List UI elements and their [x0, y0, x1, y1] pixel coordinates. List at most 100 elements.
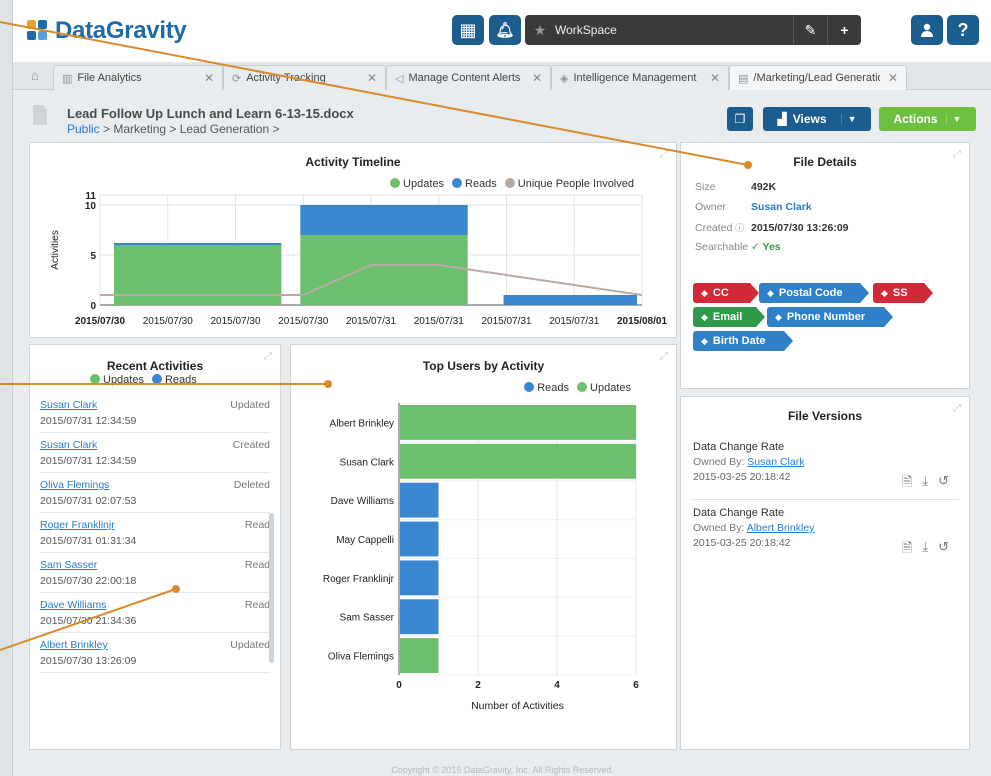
version-actions: 🗎︎ ⤓ ↺ [902, 473, 949, 495]
x-tick-label: 0 [396, 680, 402, 691]
app-frame: DataGravity ▦ 🔔︎ ★ WorkSpace ✎ + ? ⌂ ▥ F… [12, 0, 991, 776]
user-icon [921, 23, 933, 37]
logo[interactable]: DataGravity [27, 14, 187, 48]
apps-grid-button[interactable]: ▦ [452, 15, 484, 45]
activity-user-link[interactable]: Susan Clark [40, 439, 97, 451]
x-axis-label: Number of Activities [471, 700, 564, 712]
activity-icon: ⟳ [232, 72, 242, 85]
tag-birth-date[interactable]: ◆ Birth Date [693, 331, 793, 351]
activity-scrollbar[interactable] [269, 513, 274, 663]
timeline-reads-bar [503, 295, 638, 305]
version-actions: 🗎︎ ⤓ ↺ [902, 539, 949, 561]
tag-icon: ◈ [560, 72, 569, 85]
notifications-button[interactable]: 🔔︎ [489, 15, 521, 45]
activity-user-link[interactable]: Sam Sasser [40, 559, 97, 571]
download-icon[interactable]: ⤓ [922, 539, 928, 561]
caret-down-icon[interactable]: ▼ [840, 114, 856, 124]
reads-bar [400, 521, 439, 557]
user-button[interactable] [911, 15, 943, 45]
tab-lead-generation[interactable]: ▤ /Marketing/Lead Generation ✕ [729, 65, 907, 90]
y-tick-label: 5 [90, 251, 96, 262]
size-row: Size 492K [695, 181, 777, 193]
restore-icon[interactable]: ↺ [938, 473, 949, 495]
actions-label: Actions [893, 112, 938, 126]
tag-phone-number[interactable]: ◆ Phone Number [767, 307, 893, 327]
tag-icon: ◆ [701, 335, 708, 346]
tab-file-analytics[interactable]: ▥ File Analytics ✕ [53, 65, 223, 90]
list-item: Susan Clark 2015/07/31 12:34:59 Created [40, 435, 270, 473]
actions-button[interactable]: Actions ▼ [879, 107, 976, 131]
close-icon[interactable]: ✕ [204, 71, 214, 85]
file-versions-title: File Versions [787, 409, 863, 423]
tag-ss[interactable]: ◆ SS [873, 283, 933, 303]
owner-link[interactable]: Susan Clark [751, 201, 812, 213]
activity-time: 2015/07/31 01:31:34 [40, 535, 137, 547]
searchable-row: Searchable ✓ Yes [695, 241, 781, 253]
workspace-bar[interactable]: ★ WorkSpace ✎ + [525, 15, 861, 45]
grid-icon: ▦ [459, 19, 477, 40]
x-tick-label: 2 [475, 680, 481, 691]
tag-cc[interactable]: ◆ CC [693, 283, 759, 303]
list-item: Oliva Flemings 2015/07/31 02:07:53 Deleted [40, 475, 270, 513]
reads-bar [400, 560, 439, 596]
tag-postal-code[interactable]: ◆ Postal Code [759, 283, 869, 303]
activity-user-link[interactable]: Oliva Flemings [40, 479, 109, 491]
close-icon[interactable]: ✕ [888, 71, 898, 85]
activity-time: 2015/07/30 22:00:18 [40, 575, 137, 587]
download-icon[interactable]: ⤓ [922, 473, 928, 495]
version-title: Data Change Rate [693, 441, 785, 453]
category-label: Albert Brinkley [330, 418, 394, 429]
file-title: Lead Follow Up Lunch and Learn 6-13-15.d… [67, 106, 354, 121]
breadcrumb-public-link[interactable]: Public [67, 122, 100, 136]
footer: Copyright © 2015 DataGravity, Inc. All R… [391, 765, 614, 775]
close-icon[interactable]: ✕ [532, 71, 542, 85]
close-icon[interactable]: ✕ [367, 71, 377, 85]
activity-user-link[interactable]: Roger Franklinjr [40, 519, 115, 531]
tag-icon: ◆ [767, 287, 774, 298]
expand-icon[interactable]: ⤢ [264, 351, 272, 362]
category-label: Roger Franklinjr [323, 574, 395, 585]
activity-action: Read [244, 559, 270, 571]
close-icon[interactable]: ✕ [710, 71, 720, 85]
view-icon[interactable]: 🗎︎ [902, 473, 912, 495]
top-bar: DataGravity ▦ 🔔︎ ★ WorkSpace ✎ + ? [13, 0, 991, 62]
tab-activity-tracking[interactable]: ⟳ Activity Tracking ✕ [223, 65, 386, 90]
tab-manage-content-alerts[interactable]: ◁ Manage Content Alerts ✕ [386, 65, 551, 90]
restore-icon[interactable]: ↺ [938, 539, 949, 561]
list-item: Dave Williams 2015/07/30 21:34:36 Read [40, 595, 270, 633]
view-icon[interactable]: 🗎︎ [902, 539, 912, 561]
version-owner-link[interactable]: Albert Brinkley [747, 522, 815, 534]
x-tick-label: 4 [554, 680, 560, 691]
version-owner-link[interactable]: Susan Clark [747, 456, 804, 468]
help-icon: ? [957, 19, 969, 40]
tab-intelligence-management[interactable]: ◈ Intelligence Management ✕ [551, 65, 729, 90]
x-tick-label: 2015/07/31 [414, 316, 464, 327]
views-button[interactable]: ▟ Views ▼ [763, 107, 871, 131]
copy-button[interactable]: ❐ [727, 107, 753, 131]
expand-icon[interactable]: ⤢ [953, 403, 961, 414]
document-icon [33, 105, 47, 125]
reads-bar [400, 599, 439, 635]
activity-user-link[interactable]: Albert Brinkley [40, 639, 108, 651]
tag-icon: ◆ [701, 287, 708, 298]
star-icon[interactable]: ★ [525, 22, 555, 39]
x-tick-label: 2015/07/31 [549, 316, 599, 327]
file-versions-panel: File Versions ⤢ Data Change Rate Owned B… [680, 396, 970, 750]
activity-user-link[interactable]: Susan Clark [40, 399, 97, 411]
activity-action: Created [232, 439, 270, 451]
pencil-icon[interactable]: ✎ [793, 15, 827, 45]
version-title: Data Change Rate [693, 507, 785, 519]
logo-mark-icon [27, 20, 49, 42]
activity-user-link[interactable]: Dave Williams [40, 599, 107, 611]
category-label: May Cappelli [336, 535, 394, 546]
x-tick-label: 2015/07/30 [210, 316, 260, 327]
updates-bar [400, 405, 636, 440]
tag-email[interactable]: ◆ Email [693, 307, 765, 327]
info-icon[interactable]: ⓘ [735, 223, 744, 233]
x-tick-label: 2015/08/01 [617, 316, 667, 327]
plus-icon[interactable]: + [827, 15, 861, 45]
home-icon[interactable]: ⌂ [31, 68, 45, 83]
help-button[interactable]: ? [947, 15, 979, 45]
expand-icon[interactable]: ⤢ [953, 149, 961, 160]
caret-down-icon[interactable]: ▼ [945, 114, 961, 124]
